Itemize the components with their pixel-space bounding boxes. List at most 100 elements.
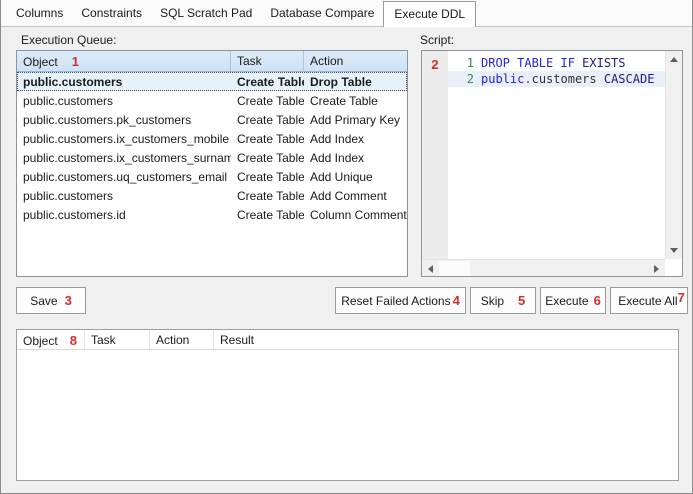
script-gutter-margin: 2 xyxy=(422,51,448,259)
results-header-object[interactable]: Object 8 xyxy=(17,330,85,349)
queue-cell-action: Column Comment xyxy=(304,208,407,222)
button-label: Skip xyxy=(481,294,504,308)
results-header-task[interactable]: Task xyxy=(85,330,150,349)
scroll-up-button[interactable] xyxy=(665,51,682,68)
triangle-right-icon xyxy=(654,265,659,273)
triangle-up-icon xyxy=(670,57,678,62)
script-horizontal-scrollbar[interactable] xyxy=(422,259,665,276)
annotation-badge: 5 xyxy=(518,293,525,308)
queue-row[interactable]: public.customersCreate TableCreate Table xyxy=(17,91,407,110)
queue-cell-task: Create Table xyxy=(231,208,304,222)
execution-queue-label: Execution Queue: xyxy=(21,33,116,47)
save-button[interactable]: Save 3 xyxy=(16,287,86,314)
button-label: Execute xyxy=(545,294,588,308)
scroll-left-button[interactable] xyxy=(422,260,439,277)
triangle-down-icon xyxy=(670,248,678,253)
results-header-result[interactable]: Result xyxy=(214,330,678,349)
execute-button[interactable]: Execute 6 xyxy=(540,287,606,314)
queue-row[interactable]: public.customers.pk_customersCreate Tabl… xyxy=(17,110,407,129)
scroll-right-button[interactable] xyxy=(648,260,665,277)
results-header-label: Object xyxy=(23,334,58,348)
queue-cell-action: Add Index xyxy=(304,132,407,146)
queue-header-action[interactable]: Action xyxy=(304,51,407,71)
queue-cell-action: Add Unique xyxy=(304,170,407,184)
queue-cell-task: Create Table xyxy=(231,189,304,203)
triangle-left-icon xyxy=(428,265,433,273)
script-label: Script: xyxy=(420,33,454,47)
queue-header-label: Object xyxy=(23,55,58,69)
queue-cell-action: Add Index xyxy=(304,151,407,165)
code-line: 1DROP TABLE IF EXISTS xyxy=(448,55,665,71)
queue-row[interactable]: public.customers.ix_customers_surnameCre… xyxy=(17,148,407,167)
annotation-badge: 3 xyxy=(65,293,72,308)
script-vertical-scrollbar[interactable] xyxy=(665,51,682,259)
annotation-badge: 6 xyxy=(594,293,601,308)
queue-cell-object: public.customers.pk_customers xyxy=(17,113,231,127)
results-header-label: Action xyxy=(156,333,189,347)
queue-cell-action: Drop Table xyxy=(304,75,407,89)
queue-header-label: Task xyxy=(237,54,262,68)
queue-row[interactable]: public.customers.uq_customers_emailCreat… xyxy=(17,167,407,186)
results-header-label: Task xyxy=(91,333,116,347)
action-button-group: Reset Failed Actions4Skip5Execute6Execut… xyxy=(335,287,688,314)
code-line: 2public.customers CASCADE xyxy=(448,71,665,87)
queue-header-object[interactable]: Object 1 xyxy=(17,51,231,71)
scrollbar-corner xyxy=(665,259,682,276)
code-text: public.customers CASCADE xyxy=(479,71,654,87)
queue-table-body: public.customersCreate TableDrop Tablepu… xyxy=(17,72,407,224)
queue-row[interactable]: public.customersCreate TableDrop Table xyxy=(17,72,407,91)
queue-cell-object: public.customers xyxy=(17,75,231,89)
button-label: Execute All xyxy=(618,294,677,308)
queue-cell-task: Create Table xyxy=(231,170,304,184)
queue-header-label: Action xyxy=(310,54,343,68)
queue-cell-action: Add Comment xyxy=(304,189,407,203)
queue-table-header[interactable]: Object 1 Task Action xyxy=(17,51,407,72)
queue-cell-object: public.customers.uq_customers_email xyxy=(17,170,231,184)
results-table[interactable]: Object 8 Task Action Result xyxy=(16,329,679,481)
annotation-badge: 7 xyxy=(678,290,685,305)
queue-cell-object: public.customers.ix_customers_surname xyxy=(17,151,231,165)
reset-failed-actions-button[interactable]: Reset Failed Actions4 xyxy=(335,287,466,314)
results-header-action[interactable]: Action xyxy=(150,330,214,349)
queue-cell-object: public.customers xyxy=(17,94,231,108)
results-header-label: Result xyxy=(220,333,254,347)
execution-queue-table[interactable]: Object1TaskAction public.customersCreate… xyxy=(16,50,408,277)
button-label: Reset Failed Actions xyxy=(341,294,450,308)
annotation-badge: 4 xyxy=(453,293,460,308)
queue-cell-object: public.customers.ix_customers_mobile xyxy=(17,132,231,146)
annotation-badge: 8 xyxy=(70,333,77,348)
script-code-area[interactable]: 1DROP TABLE IF EXISTS2public.customers C… xyxy=(448,51,665,259)
line-number: 2 xyxy=(448,71,479,87)
tab-bar: ColumnsConstraintsSQL Scratch PadDatabas… xyxy=(1,0,692,26)
tab-execute-ddl[interactable]: Execute DDL xyxy=(383,1,476,27)
tab-database-compare[interactable]: Database Compare xyxy=(261,2,383,26)
skip-button[interactable]: Skip 5 xyxy=(470,287,536,314)
tab-columns[interactable]: Columns xyxy=(7,2,72,26)
line-number: 1 xyxy=(448,55,479,71)
annotation-badge: 2 xyxy=(431,57,438,72)
queue-cell-task: Create Table xyxy=(231,94,304,108)
button-label: Save xyxy=(30,294,57,308)
queue-cell-task: Create Table xyxy=(231,151,304,165)
execute-all-button[interactable]: Execute All7 xyxy=(610,287,688,314)
execute-ddl-panel: ColumnsConstraintsSQL Scratch PadDatabas… xyxy=(0,0,693,494)
results-table-header[interactable]: Object 8 Task Action Result xyxy=(17,330,678,350)
queue-row[interactable]: public.customers.ix_customers_mobileCrea… xyxy=(17,129,407,148)
horizontal-scrollbar-thumb[interactable] xyxy=(439,261,470,276)
queue-row[interactable]: public.customers.idCreate TableColumn Co… xyxy=(17,205,407,224)
queue-cell-task: Create Table xyxy=(231,132,304,146)
queue-header-task[interactable]: Task xyxy=(231,51,304,71)
queue-cell-object: public.customers.id xyxy=(17,208,231,222)
code-text: DROP TABLE IF EXISTS xyxy=(479,55,626,71)
tab-sql-scratch-pad[interactable]: SQL Scratch Pad xyxy=(151,2,261,26)
queue-cell-object: public.customers xyxy=(17,189,231,203)
queue-cell-task: Create Table xyxy=(231,113,304,127)
queue-cell-action: Add Primary Key xyxy=(304,113,407,127)
script-editor[interactable]: 2 1DROP TABLE IF EXISTS2public.customers… xyxy=(421,50,683,277)
queue-row[interactable]: public.customersCreate TableAdd Comment xyxy=(17,186,407,205)
queue-cell-task: Create Table xyxy=(231,75,304,89)
annotation-badge: 1 xyxy=(72,54,79,69)
scroll-down-button[interactable] xyxy=(665,242,682,259)
tab-constraints[interactable]: Constraints xyxy=(72,2,151,26)
queue-cell-action: Create Table xyxy=(304,94,407,108)
